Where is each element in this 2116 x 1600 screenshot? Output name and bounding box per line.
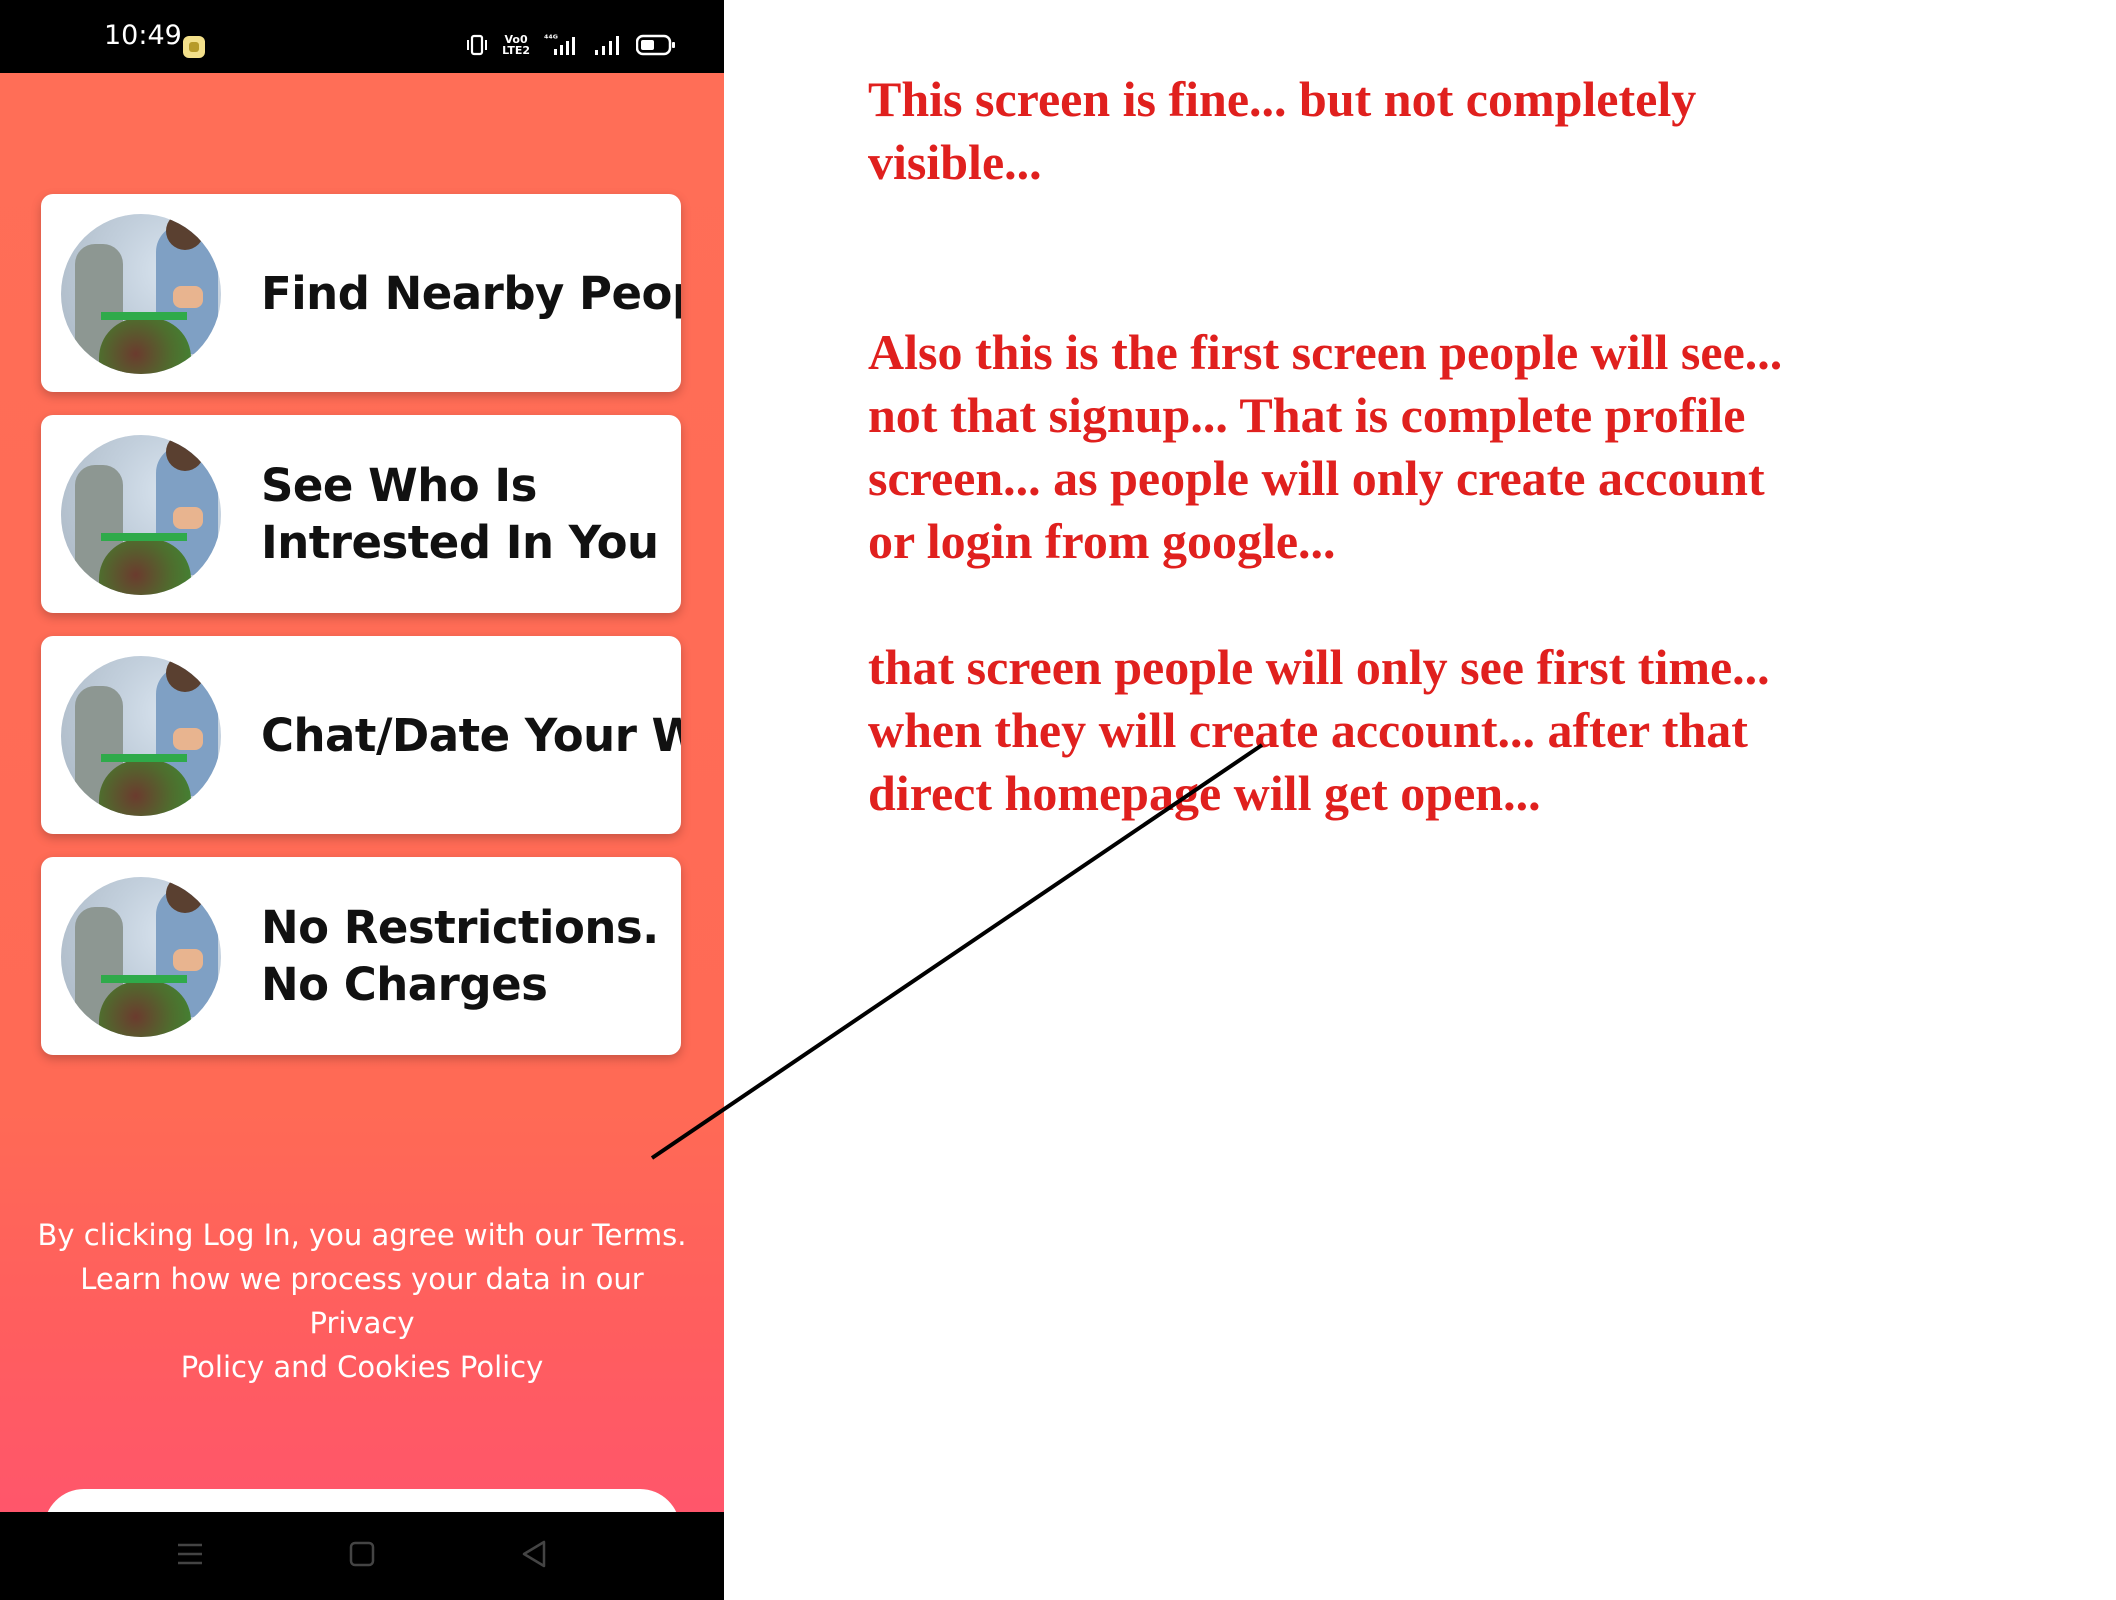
annotation-line — [650, 743, 1264, 1160]
